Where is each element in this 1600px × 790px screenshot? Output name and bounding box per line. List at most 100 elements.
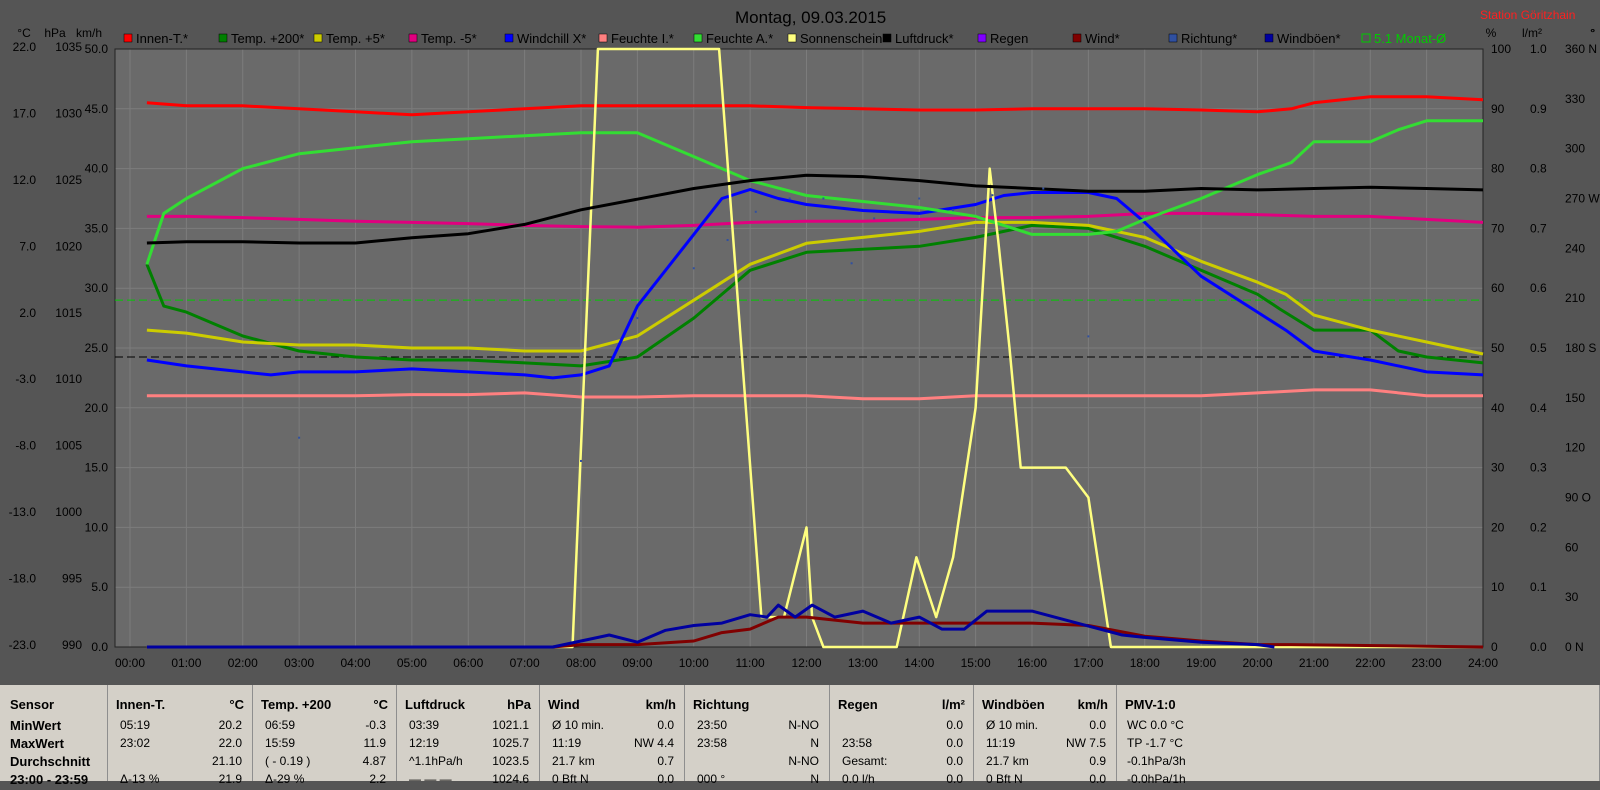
right-axis-tick: 20	[1491, 520, 1505, 534]
sensor-column: Sensor MinWert MaxWert Durchschnitt 23:0…	[0, 685, 108, 787]
x-tick-label: 04:00	[340, 656, 370, 670]
stats-row: 11:19 NW 7.5	[974, 736, 1116, 754]
x-tick-label: 09:00	[622, 656, 652, 670]
right-axis-tick: 0.7	[1530, 221, 1547, 235]
stats-row: ( - 0.19 ) 4.87	[253, 754, 396, 772]
legend-label: Temp. -5*	[421, 31, 477, 46]
x-tick-label: 12:00	[791, 656, 821, 670]
legend-swatch	[1072, 33, 1082, 43]
right-axis-tick: 90	[1491, 102, 1505, 116]
stats-header: Windböen	[982, 697, 1045, 712]
stats-cell-value: 0.0	[657, 772, 674, 786]
stats-header: PMV-1:0	[1125, 697, 1176, 712]
left-axis-unit: km/h	[76, 26, 102, 40]
left-axis-tick: -13.0	[9, 505, 37, 519]
stats-cell-value: 21.10	[211, 754, 242, 768]
stats-cell-label: 11:19	[552, 736, 582, 750]
direction-point	[952, 209, 955, 212]
direction-point	[822, 197, 825, 200]
right-axis-tick: 30	[1565, 590, 1579, 604]
left-axis-tick: 12.0	[13, 173, 37, 187]
stats-cell-value: 0.0	[1089, 718, 1106, 732]
stats-row: 15:59 11.9	[253, 736, 396, 754]
legend-label: Wind*	[1085, 31, 1120, 46]
legend-label: Windchill X*	[517, 31, 586, 46]
stats-unit: hPa	[507, 697, 531, 712]
legend-swatch	[598, 33, 608, 43]
stats-cell-label: Gesamt:	[842, 754, 888, 768]
stats-cell-value: 0.0	[1089, 772, 1106, 786]
stats-row: 0.0 l/h 0.0	[830, 772, 973, 790]
x-tick-label: 06:00	[453, 656, 483, 670]
left-axis-tick: 1005	[55, 439, 82, 453]
stats-row: — — — 1024.6	[397, 772, 539, 790]
stats-cell-label: — — —	[409, 772, 452, 786]
left-axis-tick: -18.0	[9, 572, 37, 586]
legend-label: Temp. +200*	[231, 31, 304, 46]
stats-unit: l/m²	[941, 697, 965, 712]
x-tick-label: 01:00	[171, 656, 201, 670]
stats-row: 23:50 N-NO	[685, 718, 829, 736]
stats-cell-label: 21.7 km	[552, 754, 595, 768]
stats-cell-value: TP -1.7 °C	[1127, 736, 1183, 750]
left-axis-tick: -8.0	[15, 439, 36, 453]
x-tick-label: 11:00	[736, 656, 765, 670]
left-axis-tick: 30.0	[85, 281, 109, 295]
x-tick-label: 22:00	[1355, 656, 1385, 670]
left-axis-tick: -23.0	[9, 638, 37, 652]
stats-cell-label: ( - 0.19 )	[265, 754, 311, 768]
stats-cell-value: 1023.5	[492, 754, 529, 768]
stats-column-innen: Innen-T. °C 05:19 20.2 23:02 22.0 21.10 Δ-13 % 2…	[108, 685, 253, 786]
chart-title: Montag, 09.03.2015	[735, 8, 886, 27]
legend-swatch	[313, 33, 323, 43]
stats-cell-value: 0.7	[657, 754, 674, 768]
left-axis-tick: 20.0	[85, 401, 109, 415]
right-axis-tick: 0	[1491, 640, 1498, 654]
legend-label: Feuchte A.*	[706, 31, 773, 46]
stats-column-luftdruck: Luftdruck hPa 03:39 1021.1 12:19 1025.7 ^1.1hP…	[397, 685, 540, 786]
left-axis-tick: 25.0	[85, 341, 109, 355]
stats-cell-value: N-NO	[788, 718, 819, 732]
left-axis-tick: 5.0	[91, 580, 108, 594]
row-label: MinWert	[10, 718, 62, 733]
stats-cell-value: 0.0	[946, 754, 963, 768]
right-axis-tick: 30	[1491, 461, 1505, 475]
stats-row: 23:02 22.0	[108, 736, 252, 754]
left-axis-tick: -3.0	[15, 372, 36, 386]
stats-row: Δ-29 % 2.2	[253, 772, 396, 790]
direction-point	[850, 262, 853, 265]
stats-column-wind: Wind km/h Ø 10 min. 0.0 11:19 NW 4.4 21.7 km 0.…	[540, 685, 685, 786]
stats-row: Gesamt: 0.0	[830, 754, 973, 772]
right-axis-tick: 330	[1565, 92, 1585, 106]
row-label: Durchschnitt	[10, 754, 91, 769]
left-axis-tick: 1020	[55, 239, 82, 253]
left-axis-tick: 2.0	[19, 306, 36, 320]
left-axis-tick: 1015	[55, 306, 82, 320]
stats-cell-label: 06:59	[265, 718, 296, 732]
stats-row: 06:59 -0.3	[253, 718, 396, 736]
x-tick-label: 15:00	[961, 656, 991, 670]
stats-cell-value: 22.0	[218, 736, 242, 750]
stats-row: WC 0.0 °C	[1117, 718, 1599, 736]
stats-cell-label: 21.7 km	[986, 754, 1029, 768]
legend-swatch	[1264, 33, 1274, 43]
stats-cell-label: ^1.1hPa/h	[409, 754, 463, 768]
stats-row: 0 Bft N 0.0	[540, 772, 684, 790]
stats-row: Δ-13 % 21.9	[108, 772, 252, 790]
direction-point	[298, 436, 301, 439]
sensor-header: Sensor	[10, 697, 55, 712]
right-axis-tick: 60	[1565, 540, 1579, 554]
direction-point	[636, 317, 639, 320]
x-tick-label: 23:00	[1412, 656, 1442, 670]
legend-label: Regen	[990, 31, 1028, 46]
row-label: 23:00 - 23:59	[10, 772, 89, 787]
stats-header: Innen-T.	[116, 697, 166, 712]
stats-cell-value: 4.87	[362, 754, 386, 768]
legend-label: Sonnenschein	[800, 31, 882, 46]
direction-point	[788, 197, 791, 200]
direction-point	[726, 239, 729, 242]
weather-chart: 00:00 01:00 02:00 03:00 04:00 05:00 06:00 07:00…	[0, 0, 1600, 685]
stats-cell-label: 23:50	[697, 718, 728, 732]
legend-label: Innen-T.*	[136, 31, 188, 46]
stats-column-regen: Regen l/m² 0.0 23:58 0.0 Gesamt: 0.0 0.0 l/h 0.0	[830, 685, 974, 786]
